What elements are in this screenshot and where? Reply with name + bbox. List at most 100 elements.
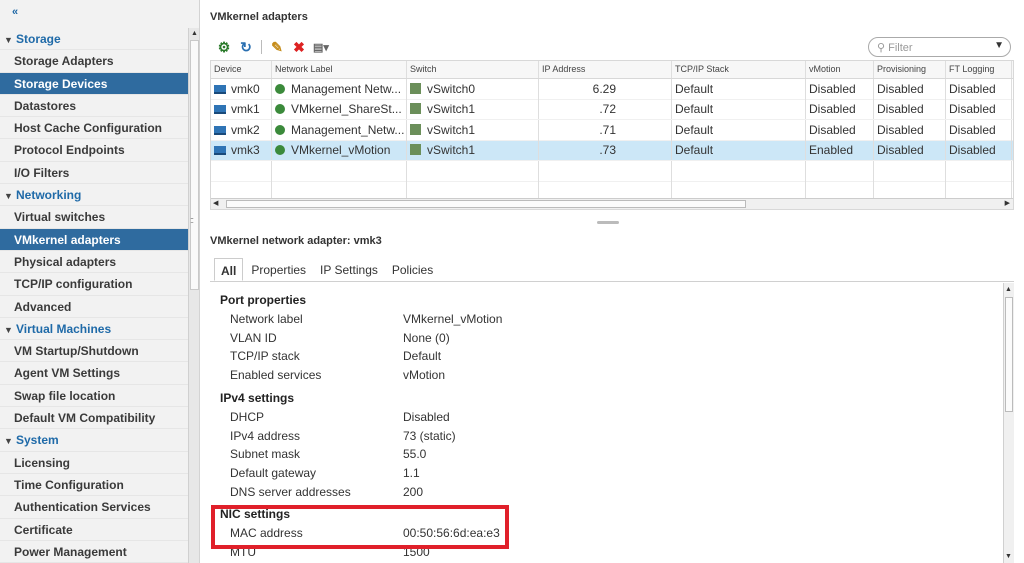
property-value: vMotion [403, 368, 446, 383]
scroll-right-icon[interactable]: ▶ [1005, 199, 1010, 207]
cell-value: vmk2 [231, 122, 260, 137]
table-cell: Disabled [946, 140, 1012, 161]
resize-grip-icon[interactable]: :: [190, 215, 194, 225]
table-cell: VMkernel_ShareSt... [272, 99, 407, 120]
table-row[interactable]: vmk0 Management Netw... vSwitch0 6.29 Defaul… [211, 78, 1013, 100]
sidebar-item-vmkernel-adapters[interactable]: VMkernel adapters [0, 228, 188, 251]
cell-value: Disabled [949, 81, 996, 96]
sidebar-item-networking[interactable]: ▼ Networking [0, 184, 188, 207]
table-cell [672, 160, 806, 181]
sidebar-scrollbar[interactable]: ▲ [188, 28, 199, 563]
tab-policies[interactable]: Policies [386, 258, 439, 281]
cell-value: Default [675, 102, 714, 117]
sidebar-item-label: Protocol Endpoints [14, 143, 125, 158]
table-cell [806, 160, 874, 181]
table-row[interactable]: vmk3 VMkernel_vMotion vSwitch1 .73 Default En… [211, 140, 1013, 161]
sidebar-item-label: TCP/IP configuration [14, 277, 133, 292]
sidebar-item-agent-vm-settings[interactable]: Agent VM Settings [0, 362, 188, 385]
table-cell: vSwitch0 [407, 78, 539, 99]
cell-value: Default [675, 122, 714, 137]
sidebar-item-system[interactable]: ▼ System [0, 429, 188, 452]
property-value: 55.0 [403, 447, 427, 462]
scroll-thumb[interactable] [1005, 297, 1013, 412]
section-title: Port properties [220, 293, 307, 307]
chevron-down-icon: ▼ [4, 35, 13, 45]
column-header[interactable]: Network Label [272, 61, 407, 78]
sidebar-item-host-cache-configuration[interactable]: Host Cache Configuration [0, 117, 188, 140]
sidebar-item-power-management[interactable]: Power Management [0, 541, 188, 563]
column-header[interactable]: Device [211, 61, 272, 78]
scroll-up-icon[interactable]: ▲ [1005, 286, 1012, 293]
sidebar-item-time-configuration[interactable]: Time Configuration [0, 474, 188, 497]
table-row[interactable]: vmk2 Management_Netw... vSwitch1 .71 Default… [211, 119, 1013, 141]
column-header[interactable]: vMotion [806, 61, 874, 78]
scroll-thumb[interactable] [190, 40, 199, 290]
remove-icon[interactable]: ✖ [290, 39, 308, 55]
chevron-down-icon[interactable]: ▼ [994, 40, 1004, 51]
detail-title: VMkernel network adapter: vmk3 [210, 235, 382, 247]
scroll-down-icon[interactable]: ▼ [1005, 553, 1012, 560]
sidebar-item-datastores[interactable]: Datastores [0, 95, 188, 118]
vertical-scrollbar[interactable]: ▲ ▼ [1003, 283, 1014, 563]
actions-menu-icon[interactable]: ▤▾ [312, 39, 330, 55]
refresh-icon[interactable]: ↻ [237, 39, 255, 55]
add-networking-icon[interactable]: ⚙ [215, 39, 233, 55]
property-label: VLAN ID [230, 330, 277, 345]
switch-icon [410, 82, 421, 94]
sidebar-item-physical-adapters[interactable]: Physical adapters [0, 251, 188, 274]
sidebar-item-vm-startup-shutdown[interactable]: VM Startup/Shutdown [0, 340, 188, 363]
edit-icon[interactable]: ✎ [268, 39, 286, 55]
table-cell: Disabled [806, 78, 874, 99]
sidebar-item-protocol-endpoints[interactable]: Protocol Endpoints [0, 139, 188, 162]
sidebar-item-storage-adapters[interactable]: Storage Adapters [0, 50, 188, 73]
sidebar-item-label: Authentication Services [14, 500, 151, 515]
search-icon: ⚲ [877, 42, 889, 54]
sidebar-item-default-vm-compatibility[interactable]: Default VM Compatibility [0, 407, 188, 430]
port-group-icon [275, 145, 285, 156]
table-cell: Management_Netw... [272, 119, 407, 140]
sidebar-item-certificate[interactable]: Certificate [0, 519, 188, 541]
cell-value: Enabled [809, 143, 854, 158]
cell-value: Disabled [809, 122, 856, 137]
tab-ip-settings[interactable]: IP Settings [314, 258, 384, 281]
cell-value: vmk1 [231, 102, 260, 117]
cell-value: vSwitch1 [427, 122, 476, 137]
column-header[interactable]: Switch [407, 61, 539, 78]
sidebar-item-virtual-machines[interactable]: ▼ Virtual Machines [0, 318, 188, 341]
cell-value: Default [675, 143, 714, 158]
table-row[interactable]: vmk1 VMkernel_ShareSt... vSwitch1 .72 Defaul… [211, 99, 1013, 120]
sidebar-item-label: Datastores [14, 98, 77, 113]
sidebar-item-virtual-switches[interactable]: Virtual switches [0, 206, 188, 229]
sidebar-item-storage-devices[interactable]: Storage Devices [0, 72, 188, 95]
collapse-icon[interactable]: « [0, 0, 199, 24]
tab-properties[interactable]: Properties [245, 258, 312, 281]
sidebar-item-label: Certificate [14, 522, 73, 537]
scroll-left-icon[interactable]: ◀ [213, 199, 218, 207]
column-header[interactable]: Provisioning [874, 61, 946, 78]
scroll-up-icon[interactable]: ▲ [190, 28, 199, 39]
table-cell: Disabled [946, 99, 1012, 120]
filter-input[interactable]: ⚲ Filter ▼ [868, 37, 1011, 57]
sidebar-item-authentication-services[interactable]: Authentication Services [0, 496, 188, 519]
column-header[interactable]: FT Logging [946, 61, 1012, 78]
sidebar-item-advanced[interactable]: Advanced [0, 296, 188, 318]
table-cell: vmk1 [211, 99, 272, 120]
horizontal-scrollbar[interactable]: ◀ ▶ [211, 198, 1013, 209]
table-cell: Default [672, 119, 806, 140]
column-header[interactable]: IP Address [539, 61, 672, 78]
sidebar-list: ▼ Storage Storage Adapters Storage Devices D… [0, 28, 188, 563]
sidebar-item-tcp-ip-configuration[interactable]: TCP/IP configuration [0, 273, 188, 296]
column-header[interactable]: TCP/IP Stack [672, 61, 806, 78]
tab-all[interactable]: All [214, 258, 244, 281]
filter-placeholder: Filter [888, 42, 913, 54]
scroll-thumb[interactable] [226, 200, 746, 208]
sidebar-item-i-o-filters[interactable]: I/O Filters [0, 162, 188, 185]
cell-value: vSwitch1 [427, 102, 476, 117]
sidebar-item-label: Host Cache Configuration [14, 121, 163, 136]
sidebar-item-storage[interactable]: ▼ Storage [0, 28, 188, 51]
table-cell [211, 160, 272, 181]
table-header: Device Network Label Switch IP Address TCP/I… [211, 61, 1013, 79]
sidebar-item-licensing[interactable]: Licensing [0, 452, 188, 474]
sidebar-item-swap-file-location[interactable]: Swap file location [0, 385, 188, 408]
pane-splitter[interactable] [597, 221, 619, 224]
